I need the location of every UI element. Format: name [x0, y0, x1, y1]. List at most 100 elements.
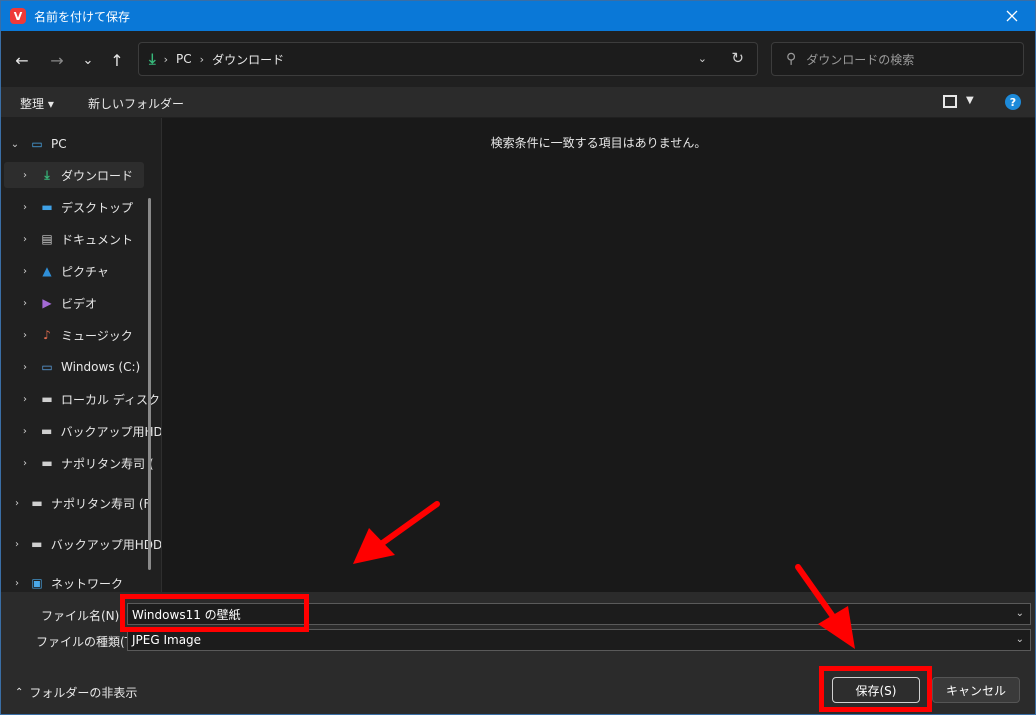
sidebar-item-label: ビデオ [61, 296, 98, 311]
chevron-down-icon[interactable]: ⌄ [1016, 608, 1024, 619]
sidebar-item-backup-hdd[interactable]: › ▬ バックアップ用HD [1, 418, 161, 444]
chevron-right-icon[interactable]: › [19, 362, 31, 373]
drive-icon: ▬ [40, 424, 53, 438]
save-highlight-box [819, 666, 932, 712]
document-icon: ▤ [41, 232, 53, 246]
chevron-right-icon[interactable]: › [11, 578, 23, 589]
cancel-button[interactable]: キャンセル [932, 677, 1020, 703]
sidebar-item-label: Windows (C:) [61, 360, 141, 374]
chevron-right-icon[interactable]: › [19, 426, 31, 437]
close-button[interactable] [989, 1, 1035, 31]
chevron-up-icon: ⌃ [15, 687, 24, 698]
network-icon: ▣ [31, 576, 43, 590]
sidebar-item-network[interactable]: › ▣ ネットワーク [1, 570, 161, 592]
hide-folders-label: フォルダーの非表示 [29, 686, 138, 700]
filename-label: ファイル名(N): [41, 609, 124, 623]
sidebar-item-label: ダウンロード [61, 168, 134, 183]
drive-c-icon: ▭ [41, 360, 53, 374]
navigation-pane: ⌄ ▭ PC › ⤓ ダウンロード › ▬ デスクトップ › ▤ ドキュメント … [1, 118, 161, 592]
forward-arrow-icon: → [50, 50, 64, 70]
drive-icon: ▬ [31, 537, 43, 551]
filename-highlight-box [120, 594, 309, 632]
sidebar-scrollbar[interactable] [148, 198, 151, 570]
forward-button[interactable]: → [46, 49, 68, 71]
empty-results-message: 検索条件に一致する項目はありません。 [490, 136, 707, 150]
search-box[interactable]: ⚲ ダウンロードの検索 [771, 42, 1024, 76]
sidebar-item-backup-hdd-2[interactable]: › ▬ バックアップ用HDD [1, 531, 161, 557]
file-list-area[interactable]: 検索条件に一致する項目はありません。 [162, 118, 1035, 592]
chevron-right-icon[interactable]: › [19, 202, 31, 213]
view-options-caret-icon[interactable]: ▼ [966, 95, 974, 106]
vivaldi-icon: V [10, 8, 26, 24]
refresh-icon[interactable]: ↻ [731, 49, 744, 67]
chevron-right-icon[interactable]: › [11, 539, 23, 550]
chevron-right-icon[interactable]: › [19, 394, 31, 405]
sidebar-item-label: ローカル ディスク [61, 392, 160, 407]
sidebar-item-label: バックアップ用HD [60, 424, 161, 439]
sidebar-item-napolitan-sushi-f[interactable]: › ▬ ナポリタン寿司 (F [1, 490, 161, 516]
sidebar-item-label: バックアップ用HDD [50, 537, 161, 552]
organize-menu[interactable]: 整理 ▾ [20, 95, 54, 112]
chevron-right-icon[interactable]: › [19, 458, 31, 469]
save-as-dialog: V 名前を付けて保存 ← → ⌄ ↑ ⤓ › PC › ダウンロード ⌄ ↻ ⚲… [0, 0, 1036, 715]
sidebar-item-label: ネットワーク [51, 576, 124, 591]
organize-label: 整理 [20, 97, 45, 111]
dialog-title: 名前を付けて保存 [34, 9, 131, 24]
sidebar-item-label: ナポリタン寿司 (F [51, 496, 151, 511]
new-folder-button[interactable]: 新しいフォルダー [88, 95, 184, 112]
sidebar-item-napolitan-sushi[interactable]: › ▬ ナポリタン寿司 ( [1, 450, 161, 476]
breadcrumb-pc[interactable]: PC [176, 52, 192, 66]
music-icon: ♪ [43, 328, 51, 342]
hide-folders-toggle[interactable]: ⌃ フォルダーの非表示 [15, 684, 137, 701]
video-icon: ▶ [42, 296, 52, 310]
command-bar: 整理 ▾ 新しいフォルダー ▼ ? [1, 87, 1035, 117]
download-icon: ⤓ [44, 167, 50, 182]
pc-icon: ▭ [31, 137, 43, 151]
filetype-select[interactable]: JPEG Image ⌄ [127, 629, 1031, 651]
filetype-value: JPEG Image [132, 633, 202, 647]
sidebar-item-desktop[interactable]: › ▬ デスクトップ [1, 194, 161, 220]
view-mode-icon[interactable] [943, 95, 957, 108]
chevron-down-icon[interactable]: ⌄ [9, 139, 21, 150]
help-icon[interactable]: ? [1005, 94, 1021, 110]
sidebar-item-pc[interactable]: ⌄ ▭ PC [1, 131, 161, 157]
recent-locations-button[interactable]: ⌄ [77, 49, 99, 71]
drive-icon: ▬ [31, 496, 43, 510]
chevron-right-icon[interactable]: › [11, 498, 23, 509]
navigation-bar: ← → ⌄ ↑ ⤓ › PC › ダウンロード ⌄ ↻ ⚲ ダウンロードの検索 [1, 32, 1035, 86]
sidebar-item-label: ミュージック [61, 328, 133, 343]
sidebar-item-documents[interactable]: › ▤ ドキュメント [1, 226, 161, 252]
title-bar: V 名前を付けて保存 [1, 1, 1035, 31]
chevron-right-icon[interactable]: › [19, 298, 31, 309]
sidebar-item-label: ドキュメント [61, 232, 134, 247]
sidebar-item-videos[interactable]: › ▶ ビデオ [1, 290, 161, 316]
chevron-right-icon[interactable]: › [19, 170, 31, 181]
chevron-right-icon[interactable]: › [19, 234, 31, 245]
drive-icon: ▬ [41, 392, 53, 406]
search-icon: ⚲ [786, 51, 797, 67]
drive-icon: ▬ [41, 456, 53, 470]
sidebar-item-label: ナポリタン寿司 ( [61, 456, 154, 471]
sidebar-item-music[interactable]: › ♪ ミュージック [1, 322, 161, 348]
sidebar-item-label: デスクトップ [61, 200, 134, 215]
sidebar-item-local-disk[interactable]: › ▬ ローカル ディスク [1, 386, 161, 412]
breadcrumb-separator-icon: › [163, 52, 169, 66]
back-button[interactable]: ← [11, 49, 33, 71]
sidebar-item-drive-c[interactable]: › ▭ Windows (C:) [1, 354, 161, 380]
sidebar-item-label: PC [51, 137, 67, 151]
chevron-right-icon[interactable]: › [19, 330, 31, 341]
address-dropdown-icon[interactable]: ⌄ [698, 52, 707, 65]
breadcrumb-downloads[interactable]: ダウンロード [212, 51, 284, 68]
download-icon: ⤓ [149, 50, 156, 68]
address-bar[interactable]: ⤓ › PC › ダウンロード ⌄ ↻ [138, 42, 758, 76]
up-button[interactable]: ↑ [106, 49, 128, 71]
sidebar-item-label: ピクチャ [61, 264, 109, 279]
up-arrow-icon: ↑ [110, 50, 124, 70]
sidebar-item-downloads[interactable]: › ⤓ ダウンロード [4, 162, 144, 188]
chevron-down-icon: ⌄ [82, 52, 94, 68]
chevron-right-icon[interactable]: › [19, 266, 31, 277]
sidebar-item-pictures[interactable]: › ▲ ピクチャ [1, 258, 161, 284]
close-icon [1006, 10, 1018, 22]
back-arrow-icon: ← [15, 50, 29, 70]
chevron-down-icon[interactable]: ⌄ [1016, 634, 1024, 645]
